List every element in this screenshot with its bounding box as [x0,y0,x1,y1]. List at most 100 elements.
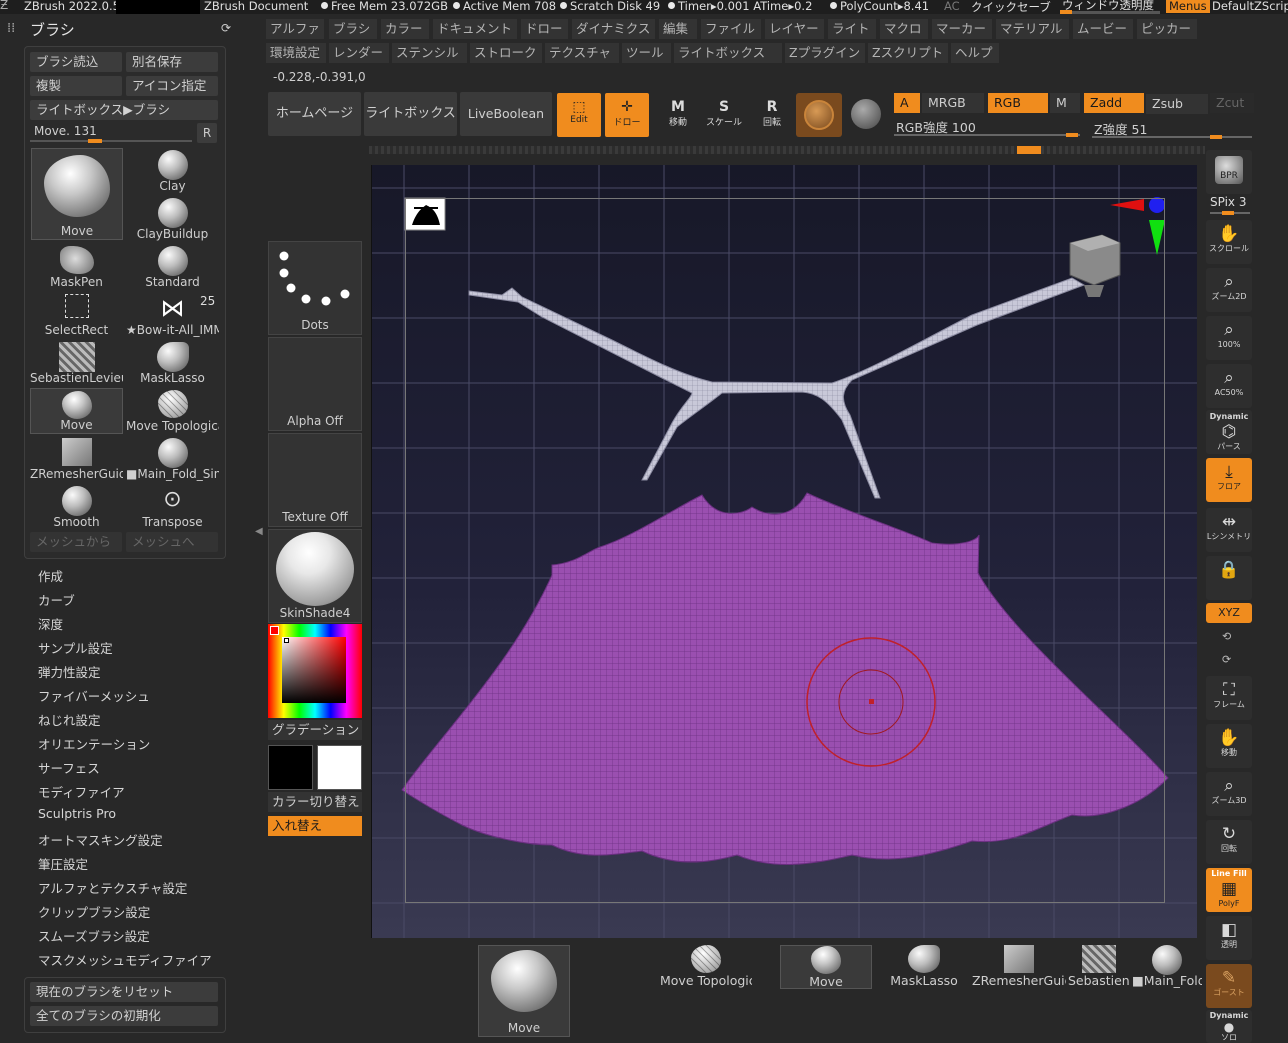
popout-icon[interactable]: ⟳ [221,21,231,35]
homepage-button[interactable]: ホームページ [268,92,361,136]
brush-item[interactable]: ClayBuildup [126,196,219,242]
subpalette-item[interactable]: アルファとテクスチャ設定 [38,878,187,898]
rgb-toggle[interactable]: RGB [988,93,1048,113]
zadd-toggle[interactable]: Zadd [1084,93,1144,113]
menu-item[interactable]: ピッカー [1137,19,1197,39]
timeline-strip[interactable] [369,146,1205,154]
subpalette-item[interactable]: オートマスキング設定 [38,830,163,850]
subpalette-item[interactable]: ねじれ設定 [38,710,101,730]
spix-slider[interactable] [1210,211,1250,215]
bottom-brush-item[interactable]: Move Topologica [660,945,752,989]
quicksave-button[interactable]: クイックセーブ [971,0,1051,14]
zoom2d-button[interactable]: ⌕ ズーム2D [1206,268,1252,312]
menu-item[interactable]: ヘルプ [951,43,999,63]
color-saturation-square[interactable] [282,637,346,703]
load-brush-button[interactable]: ブラシ読込 [30,52,122,72]
lock-button[interactable]: 🔒 [1206,556,1252,600]
move-mode-button[interactable]: M 移動 [656,93,700,137]
subpalette-item[interactable]: サーフェス [38,758,100,778]
lightbox-brush-button[interactable]: ライトボックス▶ブラシ [30,100,218,120]
half-size-button[interactable]: ⌕ AC50% [1206,364,1252,408]
bottom-brush-item[interactable]: ■Main_Fold [1132,945,1202,989]
menu-item[interactable]: ライト [828,19,876,39]
move-view-button[interactable]: ✋ 移動 [1206,724,1252,768]
menu-item[interactable]: ストローク [470,43,542,63]
subpalette-item[interactable]: 作成 [38,566,63,586]
subpalette-item[interactable]: オリエンテーション [38,734,150,754]
brush-palette-header[interactable]: ⁞⁞ ブラシ ⟳ [0,16,240,42]
material-selector[interactable]: SkinShade4 [268,529,362,623]
subpalette-item[interactable]: 弾力性設定 [38,662,101,682]
scroll-button[interactable]: ✋ スクロール [1206,220,1252,264]
menu-item[interactable]: ムービー [1073,19,1133,39]
menu-item[interactable]: Zスクリプト [868,43,948,63]
subpalette-item[interactable]: Sculptris Pro [38,806,116,826]
bottom-current-brush[interactable]: Move [478,945,570,1037]
texture-selector[interactable]: Texture Off [268,433,362,527]
frame-button[interactable]: ⛶ フレーム [1206,676,1252,720]
save-as-button[interactable]: 別名保存 [126,52,218,72]
init-all-brushes-button[interactable]: 全てのブラシの初期化 [30,1006,218,1026]
scale-mode-button[interactable]: S スケール [702,93,746,137]
from-mesh-button[interactable]: メッシュから [30,532,122,552]
subpalette-item[interactable]: サンプル設定 [38,638,113,658]
reset-current-brush-button[interactable]: 現在のブラシをリセット [30,982,218,1002]
draw-mode-button[interactable]: ✛ ドロー [605,93,649,137]
menu-item[interactable]: ドキュメント [433,19,517,39]
menu-item[interactable]: ファイル [701,19,761,39]
subpalette-item[interactable]: モディファイア [38,782,125,802]
menu-item[interactable]: カラー [381,19,429,39]
subpalette-item[interactable]: カーブ [38,590,75,610]
brush-item[interactable]: Clay [126,148,219,194]
subpalette-item[interactable]: ファイバーメッシュ [38,686,150,706]
menu-item[interactable]: ブラシ [329,19,377,39]
brush-item[interactable]: MaskLasso [126,340,219,386]
menu-item[interactable]: ドロー [521,19,568,39]
brush-item[interactable]: ZRemesherGuide [30,436,123,482]
stroke-selector[interactable]: Dots [268,241,362,335]
swap-color-button[interactable]: 入れ替え [268,816,362,836]
lightbox-button[interactable]: ライトボックス [364,92,457,136]
alpha-selector[interactable]: Alpha Off [268,337,362,431]
brush-size-slider[interactable]: Move. 131 [30,123,196,143]
gradient-toggle[interactable]: グラデーション [268,720,362,740]
subpalette-item[interactable]: 深度 [38,614,63,634]
menu-item[interactable]: ライトボックス [674,43,782,63]
bottom-brush-item[interactable]: SebastienLe [1068,945,1130,989]
rotate-mode-button[interactable]: R 回転 [750,93,794,137]
collapse-left-arrow-icon[interactable]: ◀ [255,526,263,537]
m-toggle[interactable]: M [1050,93,1080,113]
zcut-toggle[interactable]: Zcut [1210,93,1254,113]
menu-item[interactable]: ステンシル [392,43,467,63]
brush-item[interactable]: Move [30,388,123,434]
menu-item[interactable]: 編集 [659,19,697,39]
menu-item[interactable]: レイヤー [765,19,824,39]
menu-item[interactable]: テクスチャ [545,43,619,63]
main-color-swatch[interactable] [268,745,313,790]
brush-reset-r-button[interactable]: R [197,123,217,143]
perspective-button[interactable]: Dynamic ⌬ パース [1206,410,1252,454]
subpalette-item[interactable]: クリップブラシ設定 [38,902,150,922]
bottom-brush-item[interactable]: ZRemesherGuide [972,945,1066,989]
ghost-button[interactable]: ✎ ゴースト [1206,964,1252,1008]
brush-slider-knob[interactable] [88,139,102,143]
set-icon-button[interactable]: アイコン指定 [126,76,218,96]
polyframe-button[interactable]: Line Fill ▦ PolyF [1206,868,1252,912]
brush-item[interactable]: Standard [126,244,219,290]
brush-slider-track[interactable] [30,140,192,142]
menu-item[interactable]: ダイナミクス [572,19,655,39]
mrgb-toggle[interactable]: MRGB [922,93,984,113]
subpalette-item[interactable]: マスクメッシュモディファイア [38,950,212,970]
menu-item[interactable]: マテリアル [996,19,1069,39]
transparent-button[interactable]: ◧ 透明 [1206,916,1252,960]
actual-size-button[interactable]: ⌕ 100% [1206,316,1252,360]
subpalette-item[interactable]: 筆圧設定 [38,854,88,874]
brush-item[interactable]: Move Topologica [126,388,219,434]
brush-item[interactable]: SebastienLevieu [30,340,123,386]
bottom-brush-item[interactable]: MaskLasso [885,945,963,989]
color-sphere-button[interactable] [851,99,881,129]
bottom-brush-item[interactable]: Move [780,945,872,989]
zoom3d-button[interactable]: ⌕ ズーム3D [1206,772,1252,816]
bpr-render-button[interactable]: BPR [1206,150,1252,194]
window-transparency-slider[interactable] [1060,10,1160,14]
